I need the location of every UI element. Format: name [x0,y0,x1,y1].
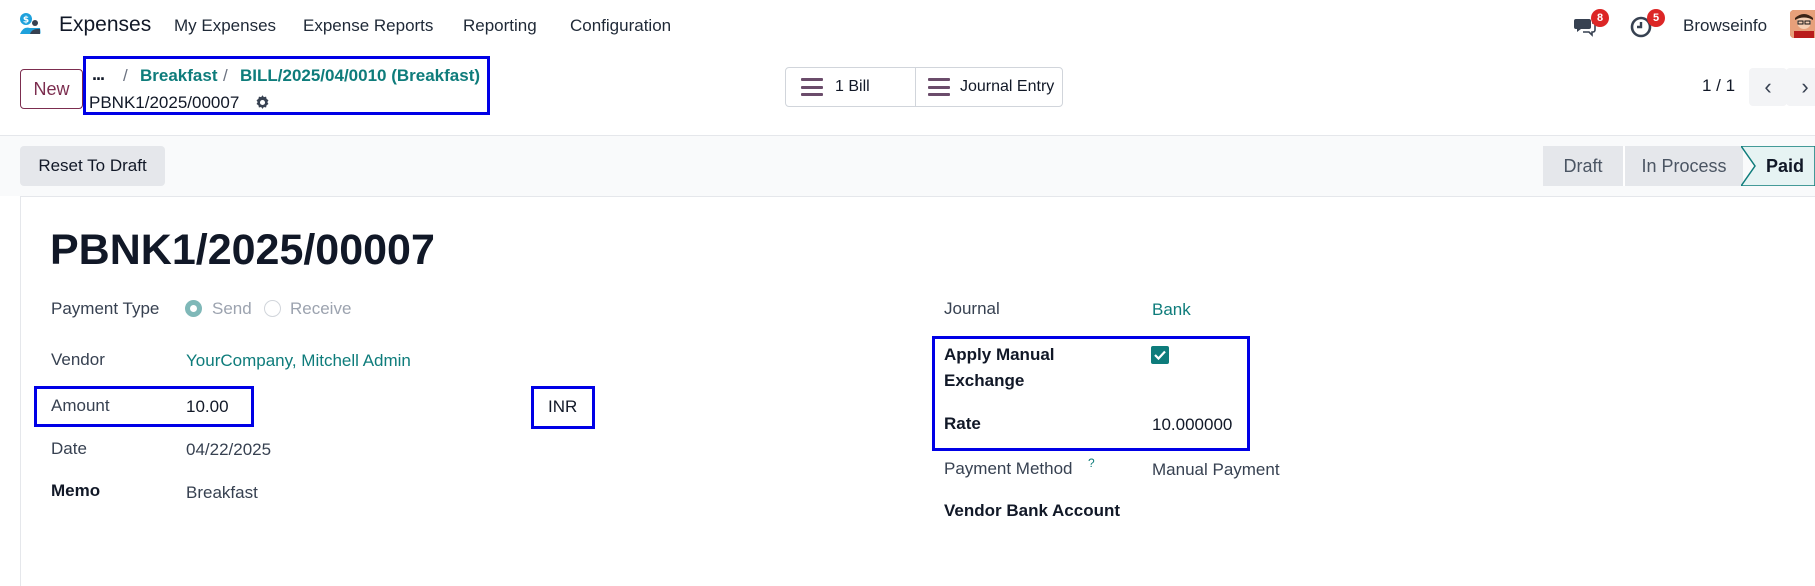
menu-expense-reports[interactable]: Expense Reports [303,16,433,36]
chevron-left-icon: ‹ [1764,74,1772,99]
expenses-app-icon[interactable]: $ [18,12,42,36]
journal-entry-smart-button[interactable]: Journal Entry [915,67,1063,107]
pager-previous-button[interactable]: ‹ [1749,68,1787,106]
radio-send[interactable] [185,300,202,317]
menu-reporting[interactable]: Reporting [463,16,537,36]
journal-field[interactable]: Bank [1152,300,1191,320]
breadcrumb-current: PBNK1/2025/00007 [89,93,240,112]
status-area: Reset To Draft Draft In Process Paid [0,136,1815,196]
amount-label: Amount [51,396,110,415]
radio-receive-label[interactable]: Receive [290,299,351,319]
breadcrumb-separator: / [123,66,128,85]
payment-method-field[interactable]: Manual Payment [1152,460,1280,480]
vendor-label: Vendor [51,350,105,369]
svg-text:$: $ [23,16,29,26]
payment-method-label: Payment Method [944,459,1073,478]
breadcrumb-more-button[interactable]: ... [92,64,105,85]
bill-smart-button[interactable]: 1 Bill [785,67,916,107]
top-navbar: $ Expenses My Expenses Expense Reports R… [0,0,1815,46]
journal-label: Journal [944,299,1000,318]
rate-field[interactable]: 10.000000 [1152,415,1232,435]
date-field[interactable]: 04/22/2025 [186,440,271,460]
record-title: PBNK1/2025/00007 [50,226,435,274]
messages-badge: 8 [1591,9,1609,27]
activities-badge: 5 [1647,9,1665,27]
radio-send-label[interactable]: Send [212,299,252,319]
pager-value[interactable]: 1 / 1 [1702,76,1735,96]
amount-field[interactable]: 10.00 [186,397,229,417]
menu-configuration[interactable]: Configuration [570,16,671,36]
breadcrumb-separator: / [223,66,228,85]
vendor-bank-account-label: Vendor Bank Account [944,501,1121,520]
pager-next-button[interactable]: › [1786,68,1815,106]
apply-manual-exchange-checkbox[interactable] [1151,346,1169,364]
gear-icon[interactable] [254,94,271,111]
memo-field[interactable]: Breakfast [186,483,258,503]
chevron-right-icon: › [1801,74,1809,99]
status-step-paid[interactable]: Paid [1755,146,1815,186]
list-icon [801,78,823,96]
user-name[interactable]: Browseinfo [1683,16,1767,36]
control-panel: New ... / Breakfast / BILL/2025/04/0010 … [0,46,1815,136]
reset-to-draft-button[interactable]: Reset To Draft [20,146,165,186]
new-button[interactable]: New [20,69,83,109]
memo-label: Memo [51,481,101,500]
help-tooltip-icon[interactable]: ? [1088,456,1095,470]
activities-button[interactable]: 5 [1629,9,1665,38]
currency-field[interactable]: INR [548,397,577,417]
menu-my-expenses[interactable]: My Expenses [174,16,276,36]
checkmark-icon [1154,350,1166,361]
avatar[interactable] [1790,10,1815,38]
radio-receive[interactable] [264,300,281,317]
rate-label: Rate [944,414,981,433]
user-avatar-icon [1790,10,1815,38]
breadcrumb-bill[interactable]: BILL/2025/04/0010 (Breakfast) [240,66,480,86]
apply-manual-exchange-label-line1: Apply Manual [944,345,1055,364]
journal-entry-smart-button-label: Journal Entry [960,78,1055,95]
status-step-in-process[interactable]: In Process [1623,146,1743,186]
bill-smart-button-label: 1 Bill [835,78,870,95]
payment-type-label: Payment Type [51,299,160,318]
apply-manual-exchange-label-line2: Exchange [944,371,1025,390]
app-name[interactable]: Expenses [59,13,151,37]
messages-button[interactable]: 8 [1573,9,1609,38]
list-icon [928,78,950,96]
vendor-field[interactable]: YourCompany, Mitchell Admin [186,351,411,371]
breadcrumb-breakfast[interactable]: Breakfast [140,66,218,86]
date-label: Date [51,439,87,458]
status-step-draft[interactable]: Draft [1543,146,1623,186]
